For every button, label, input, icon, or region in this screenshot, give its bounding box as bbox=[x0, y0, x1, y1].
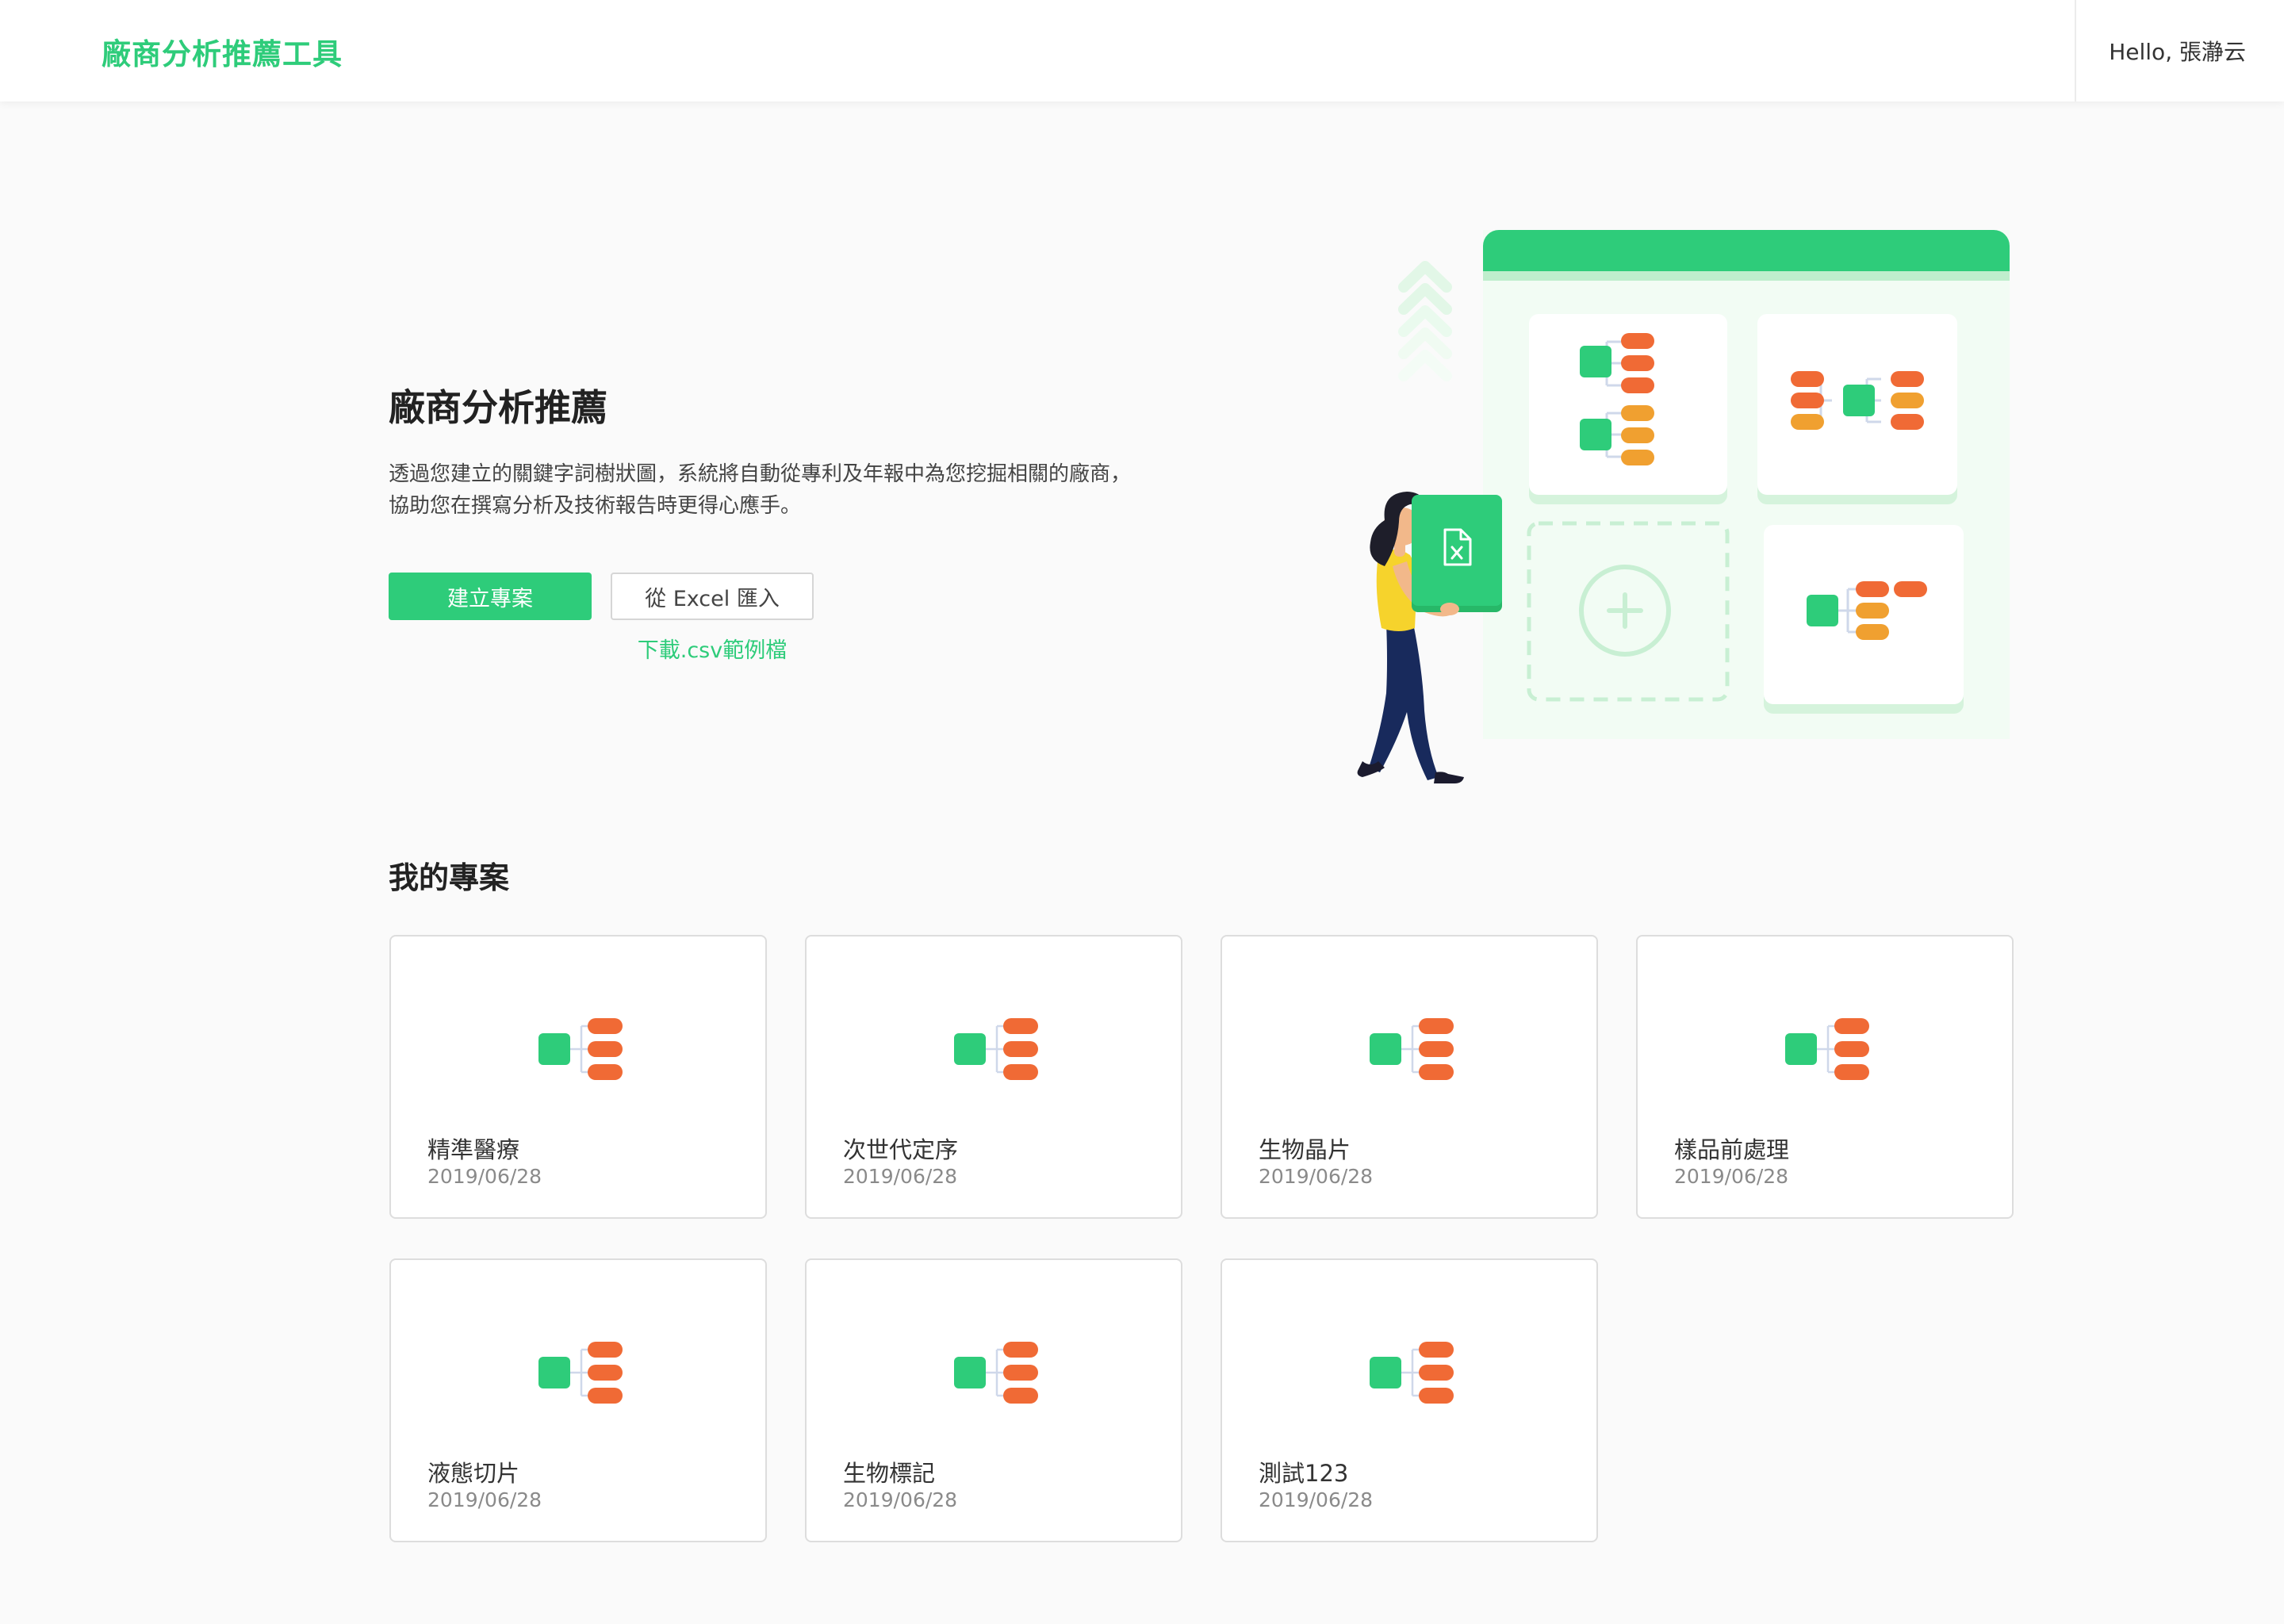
project-date: 2019/06/28 bbox=[1674, 1165, 1789, 1188]
project-date: 2019/06/28 bbox=[843, 1488, 958, 1511]
project-date: 2019/06/28 bbox=[1259, 1165, 1374, 1188]
project-card[interactable]: 次世代定序 2019/06/28 bbox=[805, 935, 1182, 1219]
project-card[interactable]: 生物標記 2019/06/28 bbox=[805, 1258, 1182, 1542]
tree-diagram-icon bbox=[954, 1018, 1038, 1080]
project-date: 2019/06/28 bbox=[427, 1165, 542, 1188]
woman-figure bbox=[1357, 492, 1502, 783]
user-greeting[interactable]: Hello, 張瀞云 bbox=[2109, 35, 2246, 67]
tree-diagram-icon bbox=[538, 1342, 623, 1404]
board-panel-tree-2 bbox=[1757, 314, 1957, 504]
my-projects-heading: 我的專案 bbox=[389, 860, 510, 895]
project-name: 測試123 bbox=[1259, 1460, 1349, 1487]
hero-illustration bbox=[1357, 230, 2010, 783]
project-date: 2019/06/28 bbox=[843, 1165, 958, 1188]
project-card[interactable]: 樣品前處理 2019/06/28 bbox=[1636, 935, 2014, 1219]
project-date: 2019/06/28 bbox=[427, 1488, 542, 1511]
tree-diagram-icon bbox=[1785, 1018, 1869, 1080]
tree-diagram-icon bbox=[954, 1342, 1038, 1404]
tree-diagram-icon bbox=[538, 1018, 623, 1080]
board-panel-tree-3 bbox=[1764, 525, 1964, 714]
project-date: 2019/06/28 bbox=[1259, 1488, 1374, 1511]
project-card[interactable]: 精準醫療 2019/06/28 bbox=[389, 935, 767, 1219]
project-name: 生物標記 bbox=[843, 1460, 936, 1487]
tree-diagram-icon bbox=[1370, 1342, 1454, 1404]
hero-description-line-1: 透過您建立的關鍵字詞樹狀圖，系統將自動從專利及年報中為您挖掘相關的廠商， bbox=[389, 462, 1132, 486]
top-navbar: 廠商分析推薦工具 Hello, 張瀞云 bbox=[0, 0, 2284, 102]
project-name: 液態切片 bbox=[427, 1460, 520, 1487]
import-excel-button[interactable]: 從 Excel 匯入 bbox=[611, 573, 814, 620]
app-title[interactable]: 廠商分析推薦工具 bbox=[102, 30, 343, 73]
user-menu[interactable]: Hello, 張瀞云 bbox=[2075, 0, 2284, 102]
board-panel-tree-1 bbox=[1529, 314, 1727, 504]
project-name: 生物晶片 bbox=[1259, 1136, 1351, 1163]
project-card[interactable]: 測試123 2019/06/28 bbox=[1221, 1258, 1598, 1542]
project-name: 精準醫療 bbox=[427, 1136, 520, 1163]
project-card[interactable]: 液態切片 2019/06/28 bbox=[389, 1258, 767, 1542]
project-name: 樣品前處理 bbox=[1674, 1136, 1790, 1163]
hero-title: 廠商分析推薦 bbox=[389, 386, 607, 429]
upload-arrows-decoration bbox=[1398, 261, 1452, 381]
download-csv-sample-link[interactable]: 下載.csv範例檔 bbox=[611, 633, 814, 664]
project-name: 次世代定序 bbox=[843, 1136, 959, 1163]
project-card[interactable]: 生物晶片 2019/06/28 bbox=[1221, 935, 1598, 1219]
create-project-button[interactable]: 建立專案 bbox=[389, 573, 592, 620]
tree-diagram-icon bbox=[1370, 1018, 1454, 1080]
hero-description-line-2: 協助您在撰寫分析及技術報告時更得心應手。 bbox=[389, 494, 802, 518]
hero-description: 透過您建立的關鍵字詞樹狀圖，系統將自動從專利及年報中為您挖掘相關的廠商， 協助您… bbox=[389, 458, 1213, 522]
excel-file-icon bbox=[1412, 495, 1502, 612]
